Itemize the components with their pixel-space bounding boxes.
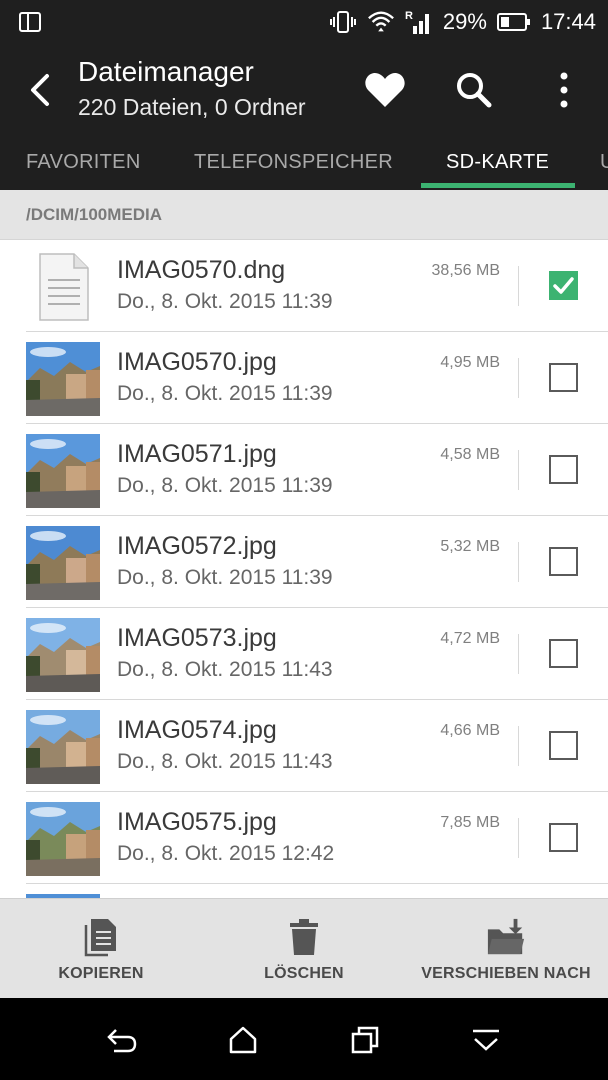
vibrate-icon	[329, 8, 357, 36]
file-name: IMAG0572.jpg	[117, 532, 277, 560]
file-name: IMAG0571.jpg	[117, 440, 277, 468]
file-date: Do., 8. Okt. 2015 11:39	[117, 382, 333, 405]
file-row[interactable]: IMAG0572.jpg Do., 8. Okt. 2015 11:39 5,32 …	[0, 516, 608, 608]
back-arrow-icon	[31, 74, 49, 106]
file-row[interactable]: IMAG0570.jpg Do., 8. Okt. 2015 11:39 4,95 …	[0, 332, 608, 424]
file-size: 38,56 MB	[431, 262, 500, 279]
photo-thumbnail	[26, 710, 100, 784]
file-date: Do., 8. Okt. 2015 11:39	[117, 290, 333, 313]
tab-usb[interactable]: U	[600, 142, 608, 190]
multi-window-icon	[18, 10, 42, 34]
nav-recents-button[interactable]	[343, 1018, 387, 1062]
vertical-divider	[518, 726, 519, 766]
recents-nav-icon	[351, 1026, 379, 1054]
file-row[interactable]: IMAG0575.jpg Do., 8. Okt. 2015 12:42 7,85 …	[0, 792, 608, 884]
hide-nav-icon	[473, 1029, 499, 1051]
navigation-bar	[0, 998, 608, 1080]
nav-hide-button[interactable]	[464, 1018, 508, 1062]
file-row[interactable]: IMAG0571.jpg Do., 8. Okt. 2015 11:39 4,58 …	[0, 424, 608, 516]
delete-button[interactable]: LÖSCHEN	[254, 899, 354, 999]
file-size: 4,66 MB	[440, 722, 500, 739]
bottom-action-bar: KOPIEREN LÖSCHEN VERSCHIEBEN NACH	[0, 898, 608, 998]
move-to-button[interactable]: VERSCHIEBEN NACH	[416, 899, 596, 999]
select-checkbox[interactable]	[549, 363, 578, 392]
select-checkbox[interactable]	[549, 731, 578, 760]
move-to-label: VERSCHIEBEN NACH	[421, 965, 591, 982]
overflow-menu-button[interactable]	[540, 66, 588, 114]
vertical-divider	[518, 542, 519, 582]
breadcrumb: /DCIM/100MEDIA	[0, 190, 608, 240]
current-path: /DCIM/100MEDIA	[26, 205, 163, 224]
select-checkbox[interactable]	[549, 455, 578, 484]
photo-thumbnail	[26, 434, 100, 508]
search-icon	[457, 73, 492, 108]
file-size: 4,72 MB	[440, 630, 500, 647]
file-date: Do., 8. Okt. 2015 11:43	[117, 658, 333, 681]
active-tab-indicator	[421, 183, 575, 188]
tab-favoriten[interactable]: FAVORITEN	[26, 142, 141, 190]
status-bar: R 29% 17:44	[0, 0, 608, 44]
overflow-menu-icon	[560, 72, 568, 108]
file-name: IMAG0570.jpg	[117, 348, 277, 376]
file-date: Do., 8. Okt. 2015 11:39	[117, 474, 333, 497]
file-list[interactable]: IMAG0570.dng Do., 8. Okt. 2015 11:39 38,56…	[0, 240, 608, 898]
page-subtitle: 220 Dateien, 0 Ordner	[78, 94, 306, 120]
back-nav-icon	[107, 1029, 137, 1053]
vertical-divider	[518, 450, 519, 490]
select-checkbox[interactable]	[549, 547, 578, 576]
favorite-button[interactable]	[361, 66, 409, 114]
svg-text:R: R	[405, 10, 413, 22]
file-name: IMAG0574.jpg	[117, 716, 277, 744]
copy-button[interactable]: KOPIEREN	[52, 899, 150, 999]
wifi-icon	[367, 8, 395, 36]
app-bar: Dateimanager 220 Dateien, 0 Ordner	[0, 44, 608, 142]
file-date: Do., 8. Okt. 2015 11:39	[117, 566, 333, 589]
file-row[interactable]: IMAG0570.dng Do., 8. Okt. 2015 11:39 38,56…	[0, 240, 608, 332]
home-nav-icon	[229, 1026, 257, 1054]
search-button[interactable]	[450, 66, 498, 114]
nav-back-button[interactable]	[100, 1018, 144, 1062]
clock: 17:44	[540, 9, 596, 34]
favorite-icon	[365, 73, 405, 107]
file-row[interactable]: IMAG0573.jpg Do., 8. Okt. 2015 11:43 4,72 …	[0, 608, 608, 700]
file-name: IMAG0573.jpg	[117, 624, 277, 652]
vertical-divider	[518, 358, 519, 398]
photo-thumbnail	[26, 526, 100, 600]
vertical-divider	[518, 818, 519, 858]
vertical-divider	[518, 266, 519, 306]
copy-label: KOPIEREN	[58, 965, 144, 982]
photo-thumbnail	[26, 342, 100, 416]
photo-thumbnail	[26, 618, 100, 692]
file-name: IMAG0570.dng	[117, 256, 286, 284]
battery-percent: 29%	[442, 9, 487, 34]
file-name: IMAG0575.jpg	[117, 808, 277, 836]
page-title: Dateimanager	[78, 56, 254, 87]
file-size: 4,58 MB	[440, 446, 500, 463]
nav-home-button[interactable]	[221, 1018, 265, 1062]
signal-roaming-icon: R	[405, 8, 433, 36]
vertical-divider	[518, 634, 519, 674]
file-size: 4,95 MB	[440, 354, 500, 371]
file-row[interactable]: IMAG0574.jpg Do., 8. Okt. 2015 11:43 4,66 …	[0, 700, 608, 792]
file-size: 7,85 MB	[440, 814, 500, 831]
file-date: Do., 8. Okt. 2015 12:42	[117, 842, 335, 865]
file-date: Do., 8. Okt. 2015 11:43	[117, 750, 333, 773]
select-checkbox[interactable]	[549, 823, 578, 852]
select-checkbox[interactable]	[549, 639, 578, 668]
photo-thumbnail	[26, 802, 100, 876]
tab-telefonspeicher[interactable]: TELEFONSPEICHER	[194, 142, 393, 190]
select-checkbox[interactable]	[549, 271, 578, 300]
file-size: 5,32 MB	[440, 538, 500, 555]
file-row-partial[interactable]	[0, 884, 608, 898]
move-folder-icon	[486, 917, 526, 957]
delete-label: LÖSCHEN	[264, 965, 344, 982]
copy-icon	[81, 917, 121, 957]
battery-icon	[496, 8, 531, 36]
document-file-icon	[26, 250, 100, 324]
trash-icon	[284, 917, 324, 957]
back-button[interactable]	[18, 68, 62, 112]
